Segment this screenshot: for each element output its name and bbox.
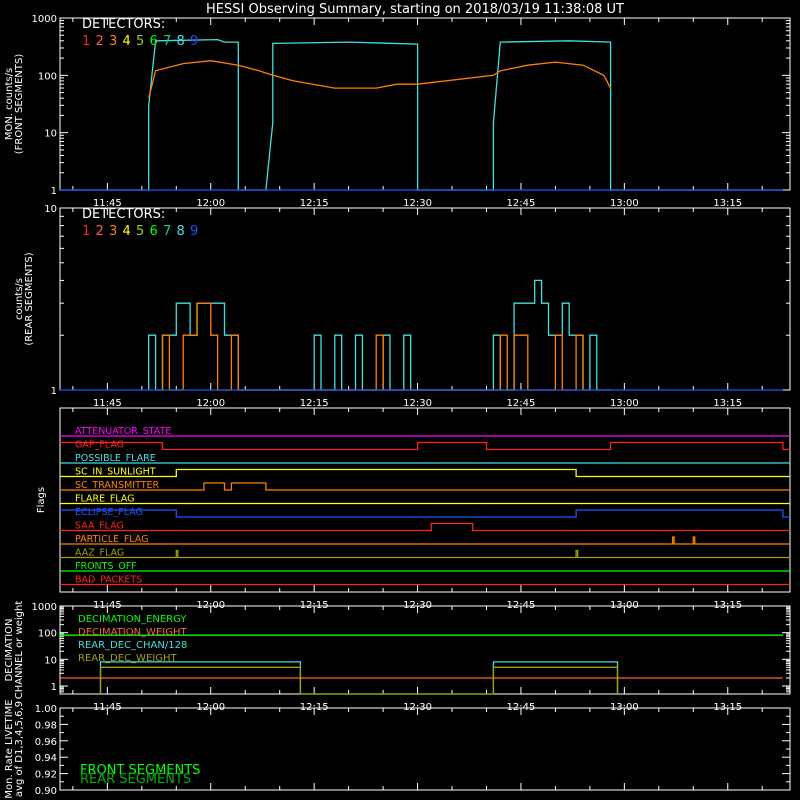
y-axis-label: (FRONT SEGMENTS): [14, 54, 25, 155]
legend-entry-1: 1: [82, 224, 90, 239]
legend-entry-6: 6: [150, 224, 158, 239]
y-tick-label: 1: [51, 186, 57, 197]
legend-entry-5: 5: [136, 34, 144, 49]
y-tick-label: 100: [38, 629, 57, 640]
x-tick-label: 13:00: [610, 398, 639, 409]
flag-label: SC_TRANSMITTER: [75, 480, 160, 491]
x-tick-label: 12:00: [196, 398, 225, 409]
y-axis-label: (REAR SEGMENTS): [24, 252, 35, 345]
legend-entry-7: 7: [163, 34, 171, 49]
x-tick-label: 13:00: [610, 198, 639, 209]
x-tick-label: 13:15: [713, 198, 742, 209]
legend-title: DETECTORS:: [82, 207, 165, 222]
flag-trace-aaz-flag: [60, 549, 790, 559]
y-axis-label: CHANNEL or weight: [14, 601, 25, 700]
y-tick-label: 10: [44, 129, 57, 140]
flag-trace-particle-flag: [60, 536, 790, 545]
legend-entry: REAR_DEC_WEIGHT: [78, 653, 177, 664]
y-tick-label: 1: [51, 386, 57, 397]
series-detector-3: [161, 302, 584, 391]
legend-entry-5: 5: [136, 224, 144, 239]
flag-trace-saa-flag: [60, 522, 790, 532]
legend-entry-2: 2: [96, 34, 104, 49]
flag-label: SC_IN_SUNLIGHT: [75, 467, 156, 478]
y-tick-label: 1000: [32, 602, 57, 613]
legend-rear-segments: REAR SEGMENTS: [80, 772, 191, 787]
flag-trace-sc-in-sunlight: [60, 468, 790, 478]
y-tick-label: 0.98: [35, 720, 57, 731]
x-tick-label: 12:30: [403, 398, 432, 409]
flag-label: PARTICLE_FLAG: [75, 534, 148, 545]
x-tick-label: 12:45: [507, 198, 536, 209]
y-tick-label: 1: [51, 682, 57, 693]
flag-label: FLARE_FLAG: [75, 494, 135, 505]
legend-entry-2: 2: [96, 224, 104, 239]
hessi-summary-chart: HESSI Observing Summary, starting on 201…: [4, 2, 791, 799]
chart-title: HESSI Observing Summary, starting on 201…: [206, 2, 624, 17]
flag-label: FRONTS_OFF: [75, 561, 137, 572]
legend-title: DETECTORS:: [82, 17, 165, 32]
x-tick-label: 12:30: [403, 198, 432, 209]
y-tick-label: 1.00: [35, 704, 57, 715]
flag-trace-sc-transmitter: [60, 482, 790, 491]
legend-entry-3: 3: [109, 224, 117, 239]
flag-label: ECLIPSE_FLAG: [75, 507, 143, 518]
y-tick-label: 0.94: [35, 753, 57, 764]
flag-label: SAA_FLAG: [75, 521, 124, 532]
legend-entry-4: 4: [123, 34, 131, 49]
legend-entry: DECIMATION_WEIGHT: [78, 627, 187, 638]
x-tick-label: 11:45: [93, 398, 122, 409]
y-tick-label: 10: [44, 204, 57, 215]
hessi-summary-page: HESSI Observing Summary, starting on 201…: [0, 0, 800, 800]
flag-trace-eclipse-flag: [60, 509, 790, 518]
legend-entry-6: 6: [150, 34, 158, 49]
y-axis-label: avg of D1,3,4,5,6,9: [14, 701, 25, 797]
series-detector-3: [148, 60, 612, 99]
flag-label: POSSIBLE_FLARE: [75, 453, 156, 464]
flag-label: AAZ_FLAG: [75, 548, 124, 559]
flag-trace-gap-flag: [60, 441, 790, 451]
legend-entry-8: 8: [177, 224, 185, 239]
flag-label: BAD_PACKETS: [75, 575, 142, 586]
x-tick-label: 13:15: [713, 398, 742, 409]
flag-label: ATTENUATOR_STATE: [75, 426, 171, 437]
x-tick-label: 12:45: [507, 398, 536, 409]
legend-entry-1: 1: [82, 34, 90, 49]
y-tick-label: 100: [38, 71, 57, 82]
legend-entry: DECIMATION_ENERGY: [78, 614, 187, 625]
series-detector-8: [59, 38, 783, 191]
legend-entry-4: 4: [123, 224, 131, 239]
flag-label: GAP_FLAG: [75, 440, 124, 451]
x-tick-label: 12:00: [196, 198, 225, 209]
x-tick-label: 12:15: [300, 398, 329, 409]
legend-entry-9: 9: [190, 224, 198, 239]
legend-entry: REAR_DEC_CHAN/128: [78, 640, 187, 651]
y-tick-label: 0.96: [35, 737, 57, 748]
legend-entry-7: 7: [163, 224, 171, 239]
y-tick-label: 0.90: [35, 786, 57, 797]
y-axis-label: Flags: [36, 487, 47, 513]
x-tick-label: 12:15: [300, 198, 329, 209]
y-tick-label: 1000: [32, 14, 57, 25]
y-tick-label: 0.92: [35, 770, 57, 781]
legend-entry-3: 3: [109, 34, 117, 49]
legend-entry-9: 9: [190, 34, 198, 49]
legend-entry-8: 8: [177, 34, 185, 49]
y-tick-label: 10: [44, 655, 57, 666]
series-rear-dec-weight: [99, 666, 619, 695]
